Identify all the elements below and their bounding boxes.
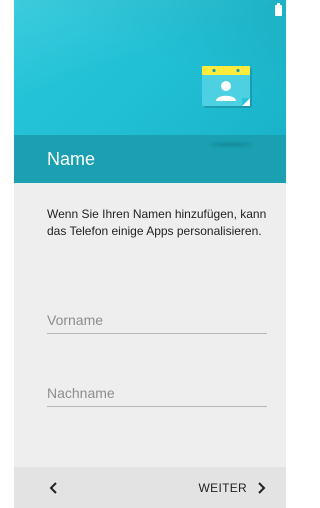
hero-banner xyxy=(14,0,286,135)
page-title: Name xyxy=(47,149,96,169)
description-text: Wenn Sie Ihren Namen hinzufügen, kann da… xyxy=(47,207,267,238)
chevron-left-icon xyxy=(49,482,57,494)
next-button-label: WEITER xyxy=(198,481,247,495)
setup-screen: Name Wenn Sie Ihren Namen hinzufügen, ka… xyxy=(14,0,286,508)
first-name-input[interactable] xyxy=(47,307,267,334)
next-button[interactable]: WEITER xyxy=(199,478,266,498)
battery-icon xyxy=(275,3,282,16)
chevron-right-icon xyxy=(258,482,266,494)
last-name-input[interactable] xyxy=(47,380,267,407)
back-button[interactable] xyxy=(44,478,64,498)
contact-card-icon xyxy=(202,66,252,108)
navigation-bar: WEITER xyxy=(14,467,286,508)
